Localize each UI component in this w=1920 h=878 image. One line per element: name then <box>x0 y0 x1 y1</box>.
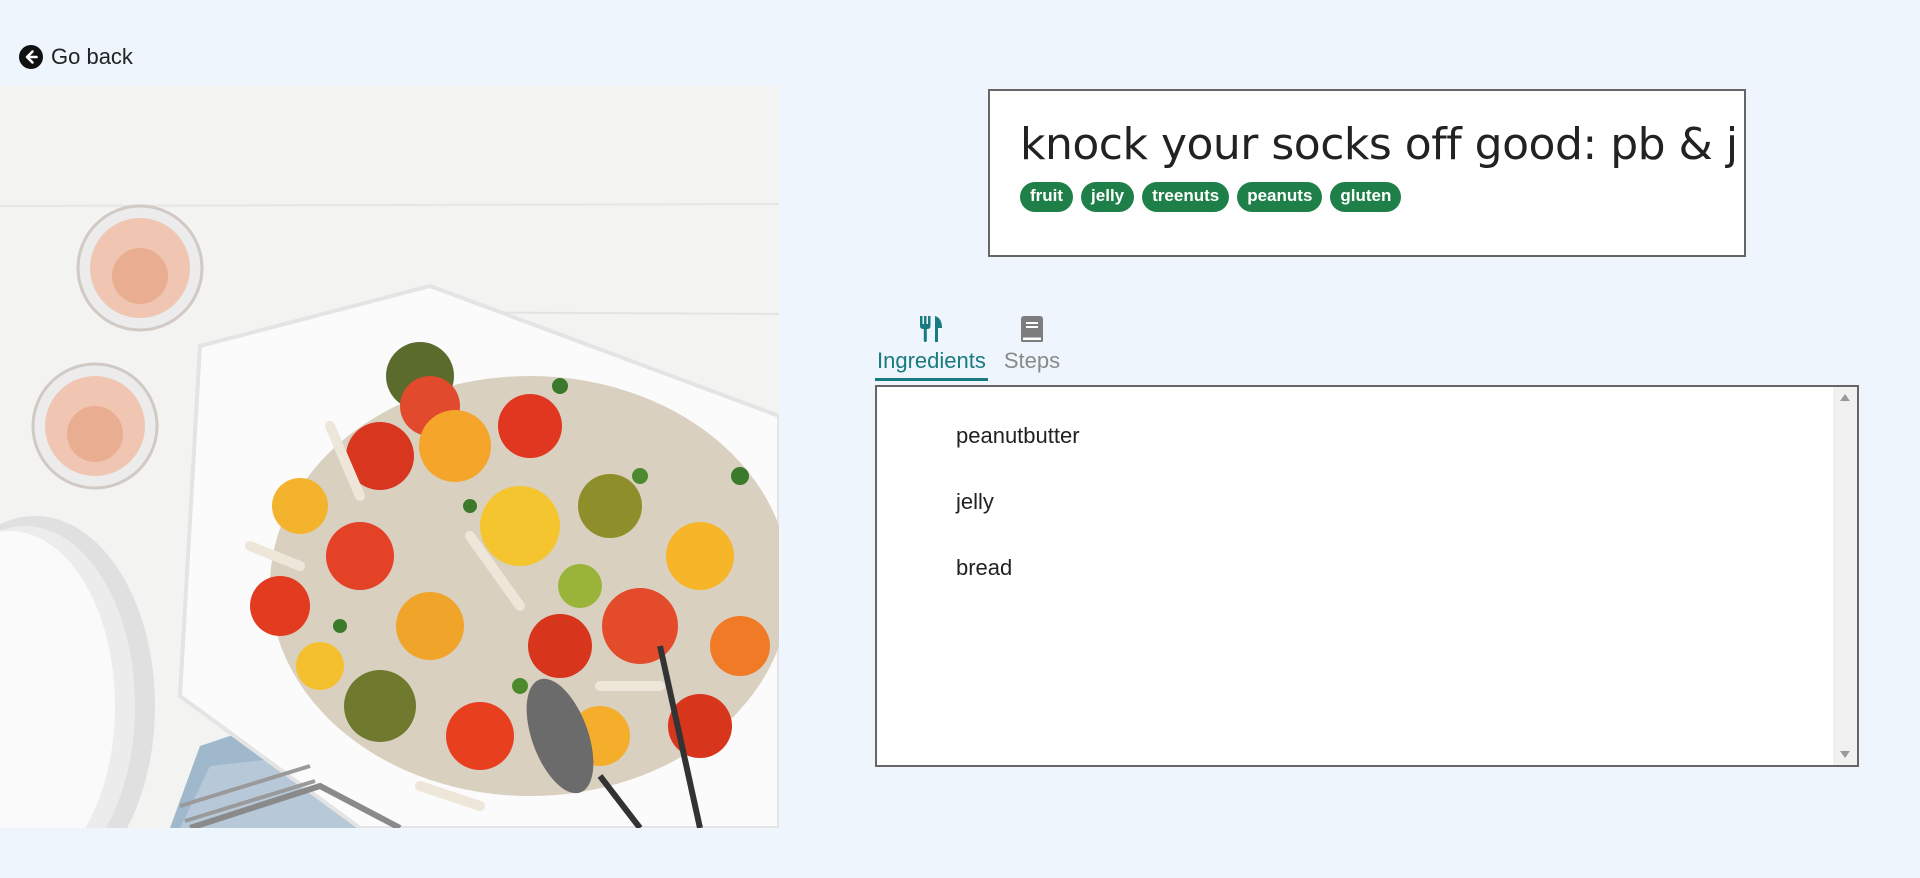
ingredients-list: peanutbutter jelly bread <box>877 387 1857 621</box>
list-item: jelly <box>956 489 994 514</box>
recipe-title-card: knock your socks off good: pb & j fruit … <box>988 89 1746 257</box>
arrow-circle-left-icon <box>19 45 43 69</box>
list-item: bread <box>956 555 1013 580</box>
tab-steps-label: Steps <box>1003 348 1061 373</box>
allergen-tags: fruit jelly treenuts peanuts gluten <box>1020 181 1714 212</box>
tab-steps[interactable]: Steps <box>1002 314 1062 381</box>
tag-badge: treenuts <box>1142 181 1230 212</box>
book-icon <box>1020 316 1043 342</box>
recipe-tabs: Ingredients Steps <box>875 314 1062 381</box>
utensils-icon <box>920 316 943 342</box>
recipe-photo <box>0 86 779 828</box>
tag-badge: jelly <box>1081 181 1135 212</box>
recipe-page: Go back knock your socks off good: pb & … <box>0 0 1920 878</box>
scroll-up-icon[interactable] <box>1840 394 1850 401</box>
scroll-down-icon[interactable] <box>1840 751 1850 758</box>
tag-badge: fruit <box>1020 181 1074 212</box>
go-back-label: Go back <box>51 44 133 69</box>
recipe-title: knock your socks off good: pb & j <box>1020 119 1738 170</box>
list-item: peanutbutter <box>956 423 1080 448</box>
recipe-photo-illustration <box>0 86 779 828</box>
go-back-link[interactable]: Go back <box>19 44 133 70</box>
tab-ingredients[interactable]: Ingredients <box>875 314 988 381</box>
tag-badge: gluten <box>1330 181 1402 212</box>
tab-ingredients-label: Ingredients <box>877 348 986 373</box>
ingredients-panel: peanutbutter jelly bread <box>875 385 1859 767</box>
tag-badge: peanuts <box>1237 181 1323 212</box>
scrollbar[interactable] <box>1833 387 1857 765</box>
